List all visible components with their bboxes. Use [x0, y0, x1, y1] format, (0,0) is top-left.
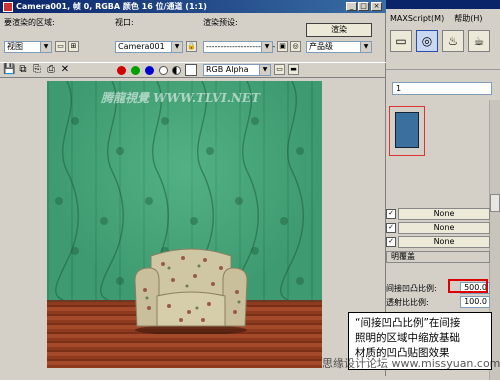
- channel-select[interactable]: RGB Alpha ▼: [203, 64, 271, 76]
- channel-value: RGB Alpha: [206, 65, 249, 74]
- map-button[interactable]: None: [398, 207, 490, 220]
- render-level-value: 产品级: [309, 42, 333, 51]
- toggle-ui-icon[interactable]: ▬: [288, 64, 299, 75]
- green-channel-icon[interactable]: [131, 66, 140, 75]
- red-channel-icon[interactable]: [117, 66, 126, 75]
- render-setup-icon[interactable]: ▣: [277, 41, 288, 52]
- color-swatch[interactable]: [185, 64, 197, 76]
- render-button[interactable]: 渲染: [306, 23, 372, 37]
- auto-region-icon[interactable]: ⊞: [68, 41, 79, 52]
- param-highlight: [448, 279, 488, 293]
- rollout-header[interactable]: 明覆盖: [386, 251, 490, 263]
- param-transmission: 透射比比例: 100.0: [386, 296, 490, 308]
- app-icon: [3, 1, 13, 12]
- environment-icon[interactable]: ◎: [290, 41, 301, 52]
- map-row: ✓ None: [386, 235, 490, 248]
- render-level-select[interactable]: 产品级 ▼: [306, 41, 372, 53]
- map-checkbox[interactable]: ✓: [386, 222, 396, 233]
- teapot-icon[interactable]: ♨: [442, 30, 464, 52]
- map-row: ✓ None: [386, 221, 490, 234]
- blue-channel-icon[interactable]: [145, 66, 154, 75]
- chevron-down-icon: ▼: [40, 42, 51, 52]
- maximize-button[interactable]: □: [358, 2, 369, 11]
- area-label: 要渲染的区域:: [4, 18, 55, 27]
- display-alpha-icon[interactable]: ▭: [274, 64, 285, 75]
- chevron-down-icon: ▼: [261, 42, 272, 52]
- armchair: [134, 248, 248, 334]
- lock-icon[interactable]: 🔒: [186, 41, 197, 52]
- chevron-down-icon: ▼: [360, 42, 371, 52]
- utilities-icon[interactable]: ◎: [416, 30, 438, 52]
- edit-region-icon[interactable]: ▭: [55, 41, 66, 52]
- image-watermark: 腾龍視覺 WWW.TLVI.NET: [101, 91, 261, 105]
- material-slot-dropdown[interactable]: 1: [392, 82, 492, 95]
- render-frame-titlebar[interactable]: Camera001, 帧 0, RGBA 颜色 16 位/通道 (1:1): [0, 0, 386, 13]
- scrollbar-thumb[interactable]: [490, 194, 500, 212]
- max-titlebar: [384, 0, 500, 9]
- rendered-image: 腾龍視覺 WWW.TLVI.NET: [47, 81, 322, 368]
- area-select[interactable]: 视图 ▼: [4, 41, 52, 53]
- param-label: 透射比比例:: [386, 297, 429, 307]
- minimize-button[interactable]: _: [346, 2, 357, 11]
- clone-icon[interactable]: ⎘: [31, 64, 43, 76]
- viewport-label: 视口:: [115, 18, 134, 27]
- command-panel-tabs: ▭ ◎ ♨ ☕: [384, 27, 500, 55]
- map-button[interactable]: None: [398, 221, 490, 234]
- preset-label: 渲染预设:: [203, 18, 238, 27]
- save-icon[interactable]: 💾: [3, 64, 15, 76]
- window-title: Camera001, 帧 0, RGBA 颜色 16 位/通道 (1:1): [16, 2, 207, 11]
- chevron-down-icon: ▼: [259, 65, 270, 75]
- copy-icon[interactable]: ⧉: [17, 64, 29, 76]
- menu-maxscript[interactable]: MAXScript(M): [390, 14, 444, 23]
- print-icon[interactable]: ⎙: [45, 64, 57, 76]
- viewport-select[interactable]: Camera001 ▼: [115, 41, 183, 53]
- menu-help[interactable]: 帮助(H): [454, 13, 482, 24]
- param-label: 间接凹凸比例:: [386, 283, 437, 293]
- area-value: 视图: [7, 42, 23, 51]
- map-button[interactable]: None: [398, 235, 490, 248]
- preset-select[interactable]: ------------------------ ▼: [203, 41, 275, 53]
- site-watermark: 思缘设计论坛 www.missyuan.com: [322, 357, 500, 370]
- color-swatch[interactable]: [395, 112, 419, 148]
- max-menubar: MAXScript(M) 帮助(H): [384, 12, 500, 25]
- viewport-value: Camera001: [118, 42, 165, 51]
- annotation-line: “间接凹凸比例”在间接: [355, 317, 461, 329]
- map-row: ✓ None: [386, 207, 490, 220]
- map-checkbox[interactable]: ✓: [386, 236, 396, 247]
- teapot-render-icon[interactable]: ☕: [468, 30, 490, 52]
- panel-divider: [384, 56, 500, 70]
- clear-icon[interactable]: ✕: [59, 64, 71, 76]
- chevron-down-icon: ▼: [171, 42, 182, 52]
- param-spinner[interactable]: 100.0: [460, 296, 490, 308]
- close-button[interactable]: ×: [371, 2, 382, 11]
- display-icon[interactable]: ▭: [390, 30, 412, 52]
- alpha-channel-icon[interactable]: [159, 66, 168, 75]
- map-checkbox[interactable]: ✓: [386, 208, 396, 219]
- monochrome-icon[interactable]: [172, 66, 181, 75]
- annotation-line: 照明的区域中缩放基础: [355, 332, 460, 344]
